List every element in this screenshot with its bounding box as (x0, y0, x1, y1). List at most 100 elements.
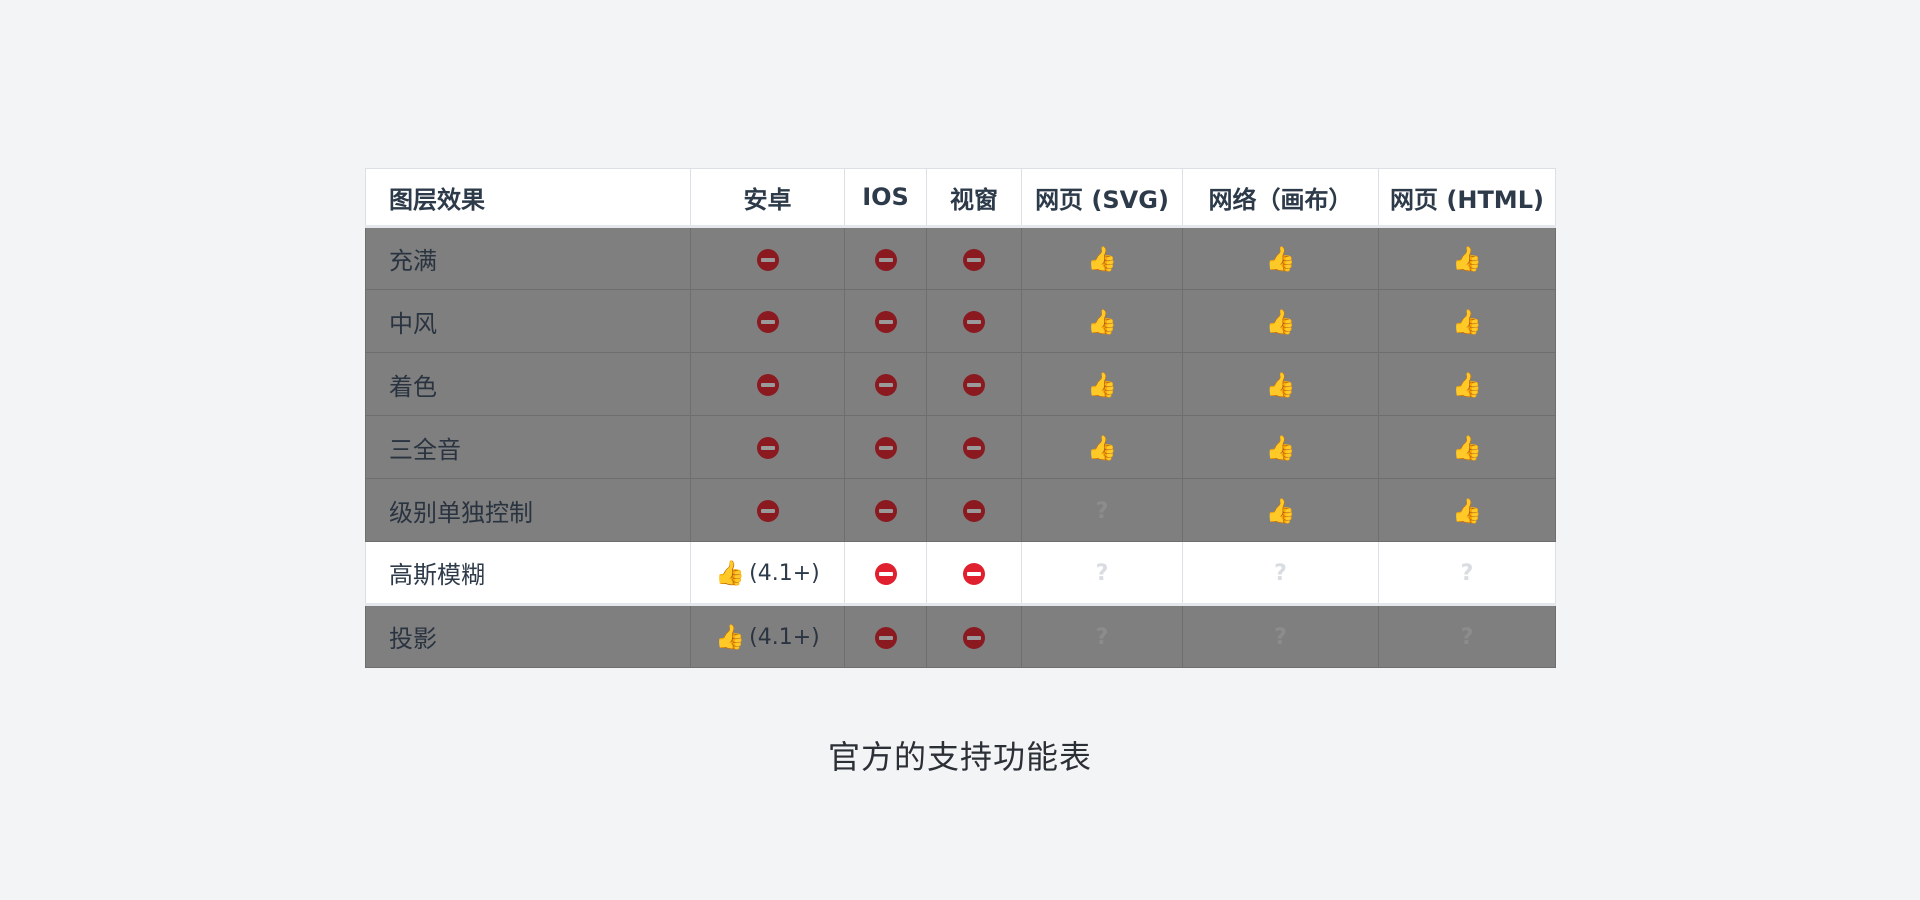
row-label: 级别单独控制 (365, 478, 691, 542)
header-platform: 网页 (SVG) (1021, 168, 1183, 228)
no-entry-icon (963, 311, 985, 333)
support-cell: 👍 (4.1+) (690, 541, 845, 606)
support-cell (926, 541, 1022, 606)
support-cell (690, 289, 845, 353)
version-note: (4.1+) (749, 560, 820, 586)
support-cell: ? (1021, 604, 1183, 668)
support-cell: ? (1021, 541, 1183, 606)
no-entry-icon (756, 374, 779, 396)
support-cell: 👍 (1182, 289, 1379, 353)
table-row: 充满 👍 👍 👍 (365, 226, 1556, 290)
no-entry-icon (874, 500, 897, 522)
no-entry-icon (963, 374, 985, 396)
no-entry-icon (756, 500, 779, 522)
support-cell (844, 352, 927, 416)
table-row: 三全音 👍 👍 👍 (365, 415, 1556, 479)
thumbs-up-icon: 👍 (1265, 496, 1296, 525)
support-cell: 👍 (1021, 226, 1183, 290)
support-cell: 👍 (1021, 415, 1183, 479)
header-platform: 网络（画布） (1182, 168, 1379, 228)
thumbs-up-icon: 👍 (715, 623, 746, 651)
table-row: 投影 👍 (4.1+)??? (365, 604, 1556, 668)
thumbs-up-icon: 👍 (1087, 433, 1117, 462)
no-entry-icon (756, 248, 779, 271)
no-entry-icon (963, 500, 985, 522)
support-cell: 👍 (1378, 289, 1556, 353)
table-row: 级别单独控制? 👍 👍 (365, 478, 1556, 542)
version-note: (4.1+) (749, 624, 820, 650)
header-platform: 安卓 (690, 168, 845, 228)
support-cell (926, 478, 1022, 542)
thumbs-up-icon: 👍 (1452, 370, 1482, 399)
support-cell (844, 541, 927, 606)
question-icon: ? (1095, 498, 1109, 524)
no-entry-icon (963, 626, 985, 649)
support-cell: 👍 (1378, 352, 1556, 416)
support-cell: 👍 (1378, 226, 1556, 290)
thumbs-up-icon: 👍 (1087, 245, 1117, 273)
no-entry-icon (963, 562, 985, 585)
no-entry-icon (874, 248, 897, 271)
question-icon: ? (1095, 625, 1109, 650)
support-cell (844, 604, 927, 668)
table-header-row: 图层效果 安卓 IOS 视窗 网页 (SVG) 网络（画布） 网页 (HTML) (365, 168, 1556, 228)
support-cell: 👍 (1021, 352, 1183, 416)
page-card: 图层效果 安卓 IOS 视窗 网页 (SVG) 网络（画布） 网页 (HTML) 充满 👍 👍 👍… (0, 0, 1920, 900)
no-entry-icon (874, 311, 897, 333)
support-cell (690, 226, 845, 290)
support-cell: 👍 (1182, 415, 1379, 479)
row-label: 中风 (365, 289, 691, 353)
thumbs-up-icon: 👍 (1265, 307, 1296, 336)
no-entry-icon (874, 437, 897, 459)
support-cell: 👍 (1378, 478, 1556, 542)
no-entry-icon (874, 562, 897, 585)
thumbs-up-icon: 👍 (715, 559, 746, 587)
thumbs-up-icon: 👍 (1452, 433, 1482, 462)
question-icon: ? (1460, 625, 1474, 650)
no-entry-icon (874, 626, 897, 649)
thumbs-up-icon: 👍 (1265, 433, 1296, 462)
support-cell: 👍 (1182, 478, 1379, 542)
support-cell (926, 352, 1022, 416)
row-label: 着色 (365, 352, 691, 416)
support-cell (844, 289, 927, 353)
thumbs-up-icon: 👍 (1452, 245, 1482, 273)
support-cell (690, 415, 845, 479)
header-layer-effect: 图层效果 (365, 168, 691, 228)
support-cell: 👍 (1182, 226, 1379, 290)
header-platform: IOS (844, 168, 927, 228)
support-cell: 👍 (4.1+) (690, 604, 845, 668)
no-entry-icon (963, 437, 985, 459)
question-icon: ? (1274, 625, 1287, 650)
row-label: 三全音 (365, 415, 691, 479)
question-icon: ? (1095, 561, 1109, 586)
table-row: 中风 👍 👍 👍 (365, 289, 1556, 353)
table-body: 充满 👍 👍 👍 中风 👍 👍 👍 着色 👍 👍 👍 三全音 👍 👍 👍 级别单独控制? 👍 👍 高斯模糊 👍 (4.1+… (365, 226, 1556, 668)
support-cell (926, 415, 1022, 479)
support-cell: ? (1182, 604, 1379, 668)
support-cell: ? (1378, 604, 1556, 668)
row-label: 充满 (365, 226, 691, 290)
table-row: 着色 👍 👍 👍 (365, 352, 1556, 416)
no-entry-icon (963, 248, 985, 271)
thumbs-up-icon: 👍 (1087, 307, 1117, 336)
thumbs-up-icon: 👍 (1452, 307, 1482, 336)
support-cell (844, 478, 927, 542)
no-entry-icon (756, 437, 779, 459)
question-icon: ? (1274, 561, 1287, 586)
support-cell: ? (1182, 541, 1379, 606)
thumbs-up-icon: 👍 (1452, 496, 1482, 525)
support-table: 图层效果 安卓 IOS 视窗 网页 (SVG) 网络（画布） 网页 (HTML) 充满 👍 👍 👍… (365, 168, 1556, 668)
support-cell (926, 289, 1022, 353)
no-entry-icon (874, 374, 897, 396)
support-cell (844, 226, 927, 290)
support-cell (844, 415, 927, 479)
no-entry-icon (756, 311, 779, 333)
support-cell: 👍 (1378, 415, 1556, 479)
support-cell (690, 352, 845, 416)
support-cell: 👍 (1021, 289, 1183, 353)
table-row: 高斯模糊 👍 (4.1+)??? (365, 541, 1556, 606)
thumbs-up-icon: 👍 (1087, 370, 1117, 399)
thumbs-up-icon: 👍 (1265, 245, 1296, 273)
header-platform: 视窗 (926, 168, 1022, 228)
